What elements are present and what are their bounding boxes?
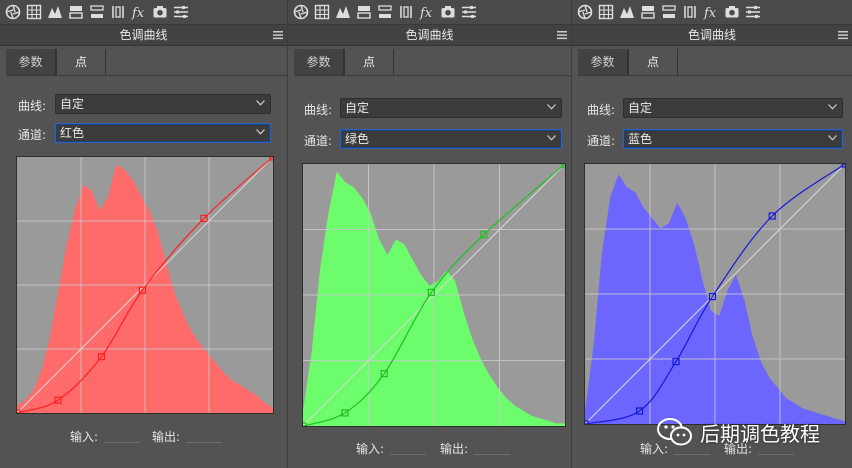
curve-graph[interactable] [16, 156, 274, 414]
panel-title-bar: 色调曲线 [0, 24, 287, 46]
input-value-field[interactable] [390, 454, 426, 455]
curves-panel-blue: fx 色调曲线 参数 点 曲线: 自定 通道: 蓝色 输入: 输出: [571, 0, 852, 468]
curves-panel-green: fx 色调曲线 参数 点 曲线: 自定 通道: 绿色 输入: 输出: [287, 0, 571, 468]
channel-label: 通道: [304, 134, 333, 148]
grid-icon[interactable] [26, 4, 42, 20]
curve-graph[interactable] [584, 163, 846, 425]
aperture-icon[interactable] [577, 4, 593, 20]
levels-icon[interactable] [47, 4, 63, 20]
tab-params[interactable]: 参数 [6, 49, 56, 75]
curve-label: 曲线: [18, 99, 47, 113]
channel-select-value: 蓝色 [628, 132, 653, 146]
svg-text:fx: fx [703, 6, 717, 20]
channel-select[interactable]: 绿色 [340, 129, 562, 149]
chevron-down-icon [547, 104, 556, 110]
split-icon[interactable] [89, 4, 105, 20]
tab-point[interactable]: 点 [628, 49, 678, 75]
curve-select-value: 自定 [60, 97, 85, 111]
watermark-text: 后期调色教程 [700, 421, 820, 446]
curve-graph[interactable] [302, 163, 566, 427]
panel-title-bar: 色调曲线 [288, 24, 571, 46]
channel-select[interactable]: 红色 [55, 123, 271, 143]
curve-select-value: 自定 [345, 101, 370, 115]
input-label: 输入: [70, 430, 99, 444]
split-icon[interactable] [661, 4, 677, 20]
levels-icon[interactable] [335, 4, 351, 20]
input-label: 输入: [356, 442, 385, 456]
tab-bar: 参数 点 [578, 49, 852, 76]
tab-point[interactable]: 点 [344, 49, 394, 75]
wechat-icon [657, 418, 692, 446]
channel-label: 通道: [587, 134, 616, 148]
curve-select-value: 自定 [628, 101, 653, 115]
adjustment-toolbar: fx [0, 0, 287, 24]
fx-icon[interactable]: fx [131, 4, 147, 20]
curve-graph-canvas [585, 164, 845, 424]
chevron-down-icon [256, 100, 265, 106]
chevron-down-icon [828, 135, 837, 141]
split-icon[interactable] [377, 4, 393, 20]
grid-icon[interactable] [598, 4, 614, 20]
exposure-icon[interactable] [356, 4, 372, 20]
curves-panel-red: fx 色调曲线 参数 点 曲线: 自定 通道: 红色 输入: 输出: [0, 0, 287, 468]
svg-text:fx: fx [131, 6, 145, 20]
curve-graph-canvas [17, 157, 273, 413]
tab-bar: 参数 点 [294, 49, 571, 76]
output-value-field[interactable] [186, 442, 222, 443]
detail-icon[interactable] [398, 4, 414, 20]
camera-icon[interactable] [152, 4, 168, 20]
aperture-icon[interactable] [5, 4, 21, 20]
output-value-field[interactable] [758, 454, 794, 455]
curve-select[interactable]: 自定 [340, 98, 562, 118]
tab-params[interactable]: 参数 [578, 49, 628, 75]
detail-icon[interactable] [682, 4, 698, 20]
panel-title: 色调曲线 [405, 28, 454, 42]
curve-label: 曲线: [304, 103, 333, 117]
channel-select-value: 绿色 [345, 132, 370, 146]
sliders-icon[interactable] [173, 4, 189, 20]
chevron-down-icon [828, 104, 837, 110]
exposure-icon[interactable] [640, 4, 656, 20]
panel-title: 色调曲线 [119, 28, 168, 42]
fx-icon[interactable]: fx [419, 4, 435, 20]
fx-icon[interactable]: fx [703, 4, 719, 20]
channel-select[interactable]: 蓝色 [623, 129, 843, 149]
sliders-icon[interactable] [745, 4, 761, 20]
panel-title-bar: 色调曲线 [572, 24, 852, 46]
grid-icon[interactable] [314, 4, 330, 20]
output-label: 输出: [440, 442, 469, 456]
chevron-down-icon [547, 135, 556, 141]
curve-graph-canvas [303, 164, 565, 426]
output-label: 输出: [152, 430, 181, 444]
channel-select-value: 红色 [60, 126, 85, 140]
adjustment-toolbar: fx [572, 0, 852, 24]
output-value-field[interactable] [474, 454, 510, 455]
curve-select[interactable]: 自定 [55, 94, 271, 114]
sliders-icon[interactable] [461, 4, 477, 20]
panel-menu-icon[interactable] [273, 30, 283, 40]
exposure-icon[interactable] [68, 4, 84, 20]
aperture-icon[interactable] [293, 4, 309, 20]
adjustment-toolbar: fx [288, 0, 571, 24]
watermark: 后期调色教程 [656, 414, 820, 450]
tab-params[interactable]: 参数 [294, 49, 344, 75]
curve-label: 曲线: [587, 103, 616, 117]
camera-icon[interactable] [724, 4, 740, 20]
panel-menu-icon[interactable] [838, 30, 848, 40]
tab-bar: 参数 点 [6, 49, 287, 76]
channel-label: 通道: [18, 128, 47, 142]
camera-icon[interactable] [440, 4, 456, 20]
panel-title: 色调曲线 [687, 28, 736, 42]
chevron-down-icon [256, 129, 265, 135]
svg-text:fx: fx [419, 6, 433, 20]
input-value-field[interactable] [104, 442, 140, 443]
tab-point[interactable]: 点 [56, 49, 106, 75]
levels-icon[interactable] [619, 4, 635, 20]
panel-menu-icon[interactable] [557, 30, 567, 40]
input-value-field[interactable] [674, 454, 710, 455]
curve-select[interactable]: 自定 [623, 98, 843, 118]
detail-icon[interactable] [110, 4, 126, 20]
